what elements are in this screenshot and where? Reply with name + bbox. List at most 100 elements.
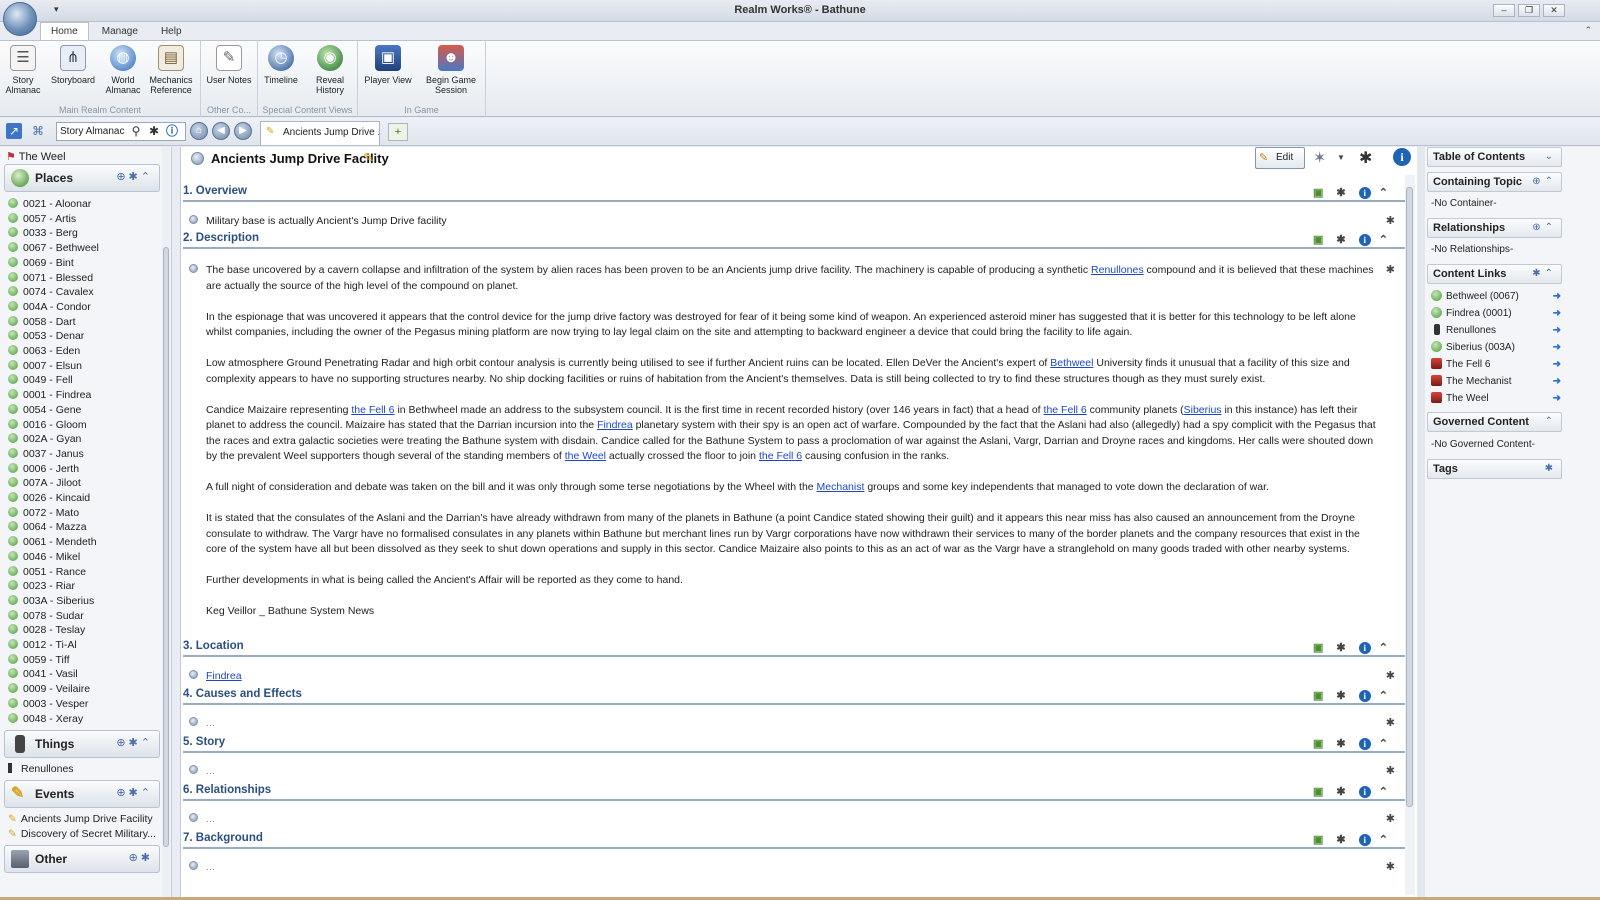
left-scrollbar[interactable] <box>162 147 170 897</box>
section-controls[interactable]: ▣ ✱ i ⌃ <box>1313 737 1393 750</box>
tools-icon[interactable]: ✱ <box>1545 463 1557 474</box>
list-item[interactable]: 0051 - Rance <box>8 565 86 579</box>
snippet-tools-icon[interactable]: ✱ <box>1386 669 1395 682</box>
section-background-header[interactable]: 7. Background ▣ ✱ i ⌃ <box>183 832 1405 849</box>
snippet-tools-icon[interactable]: ✱ <box>1386 812 1395 825</box>
snippet-tools-icon[interactable]: ✱ <box>1386 716 1395 729</box>
snippet[interactable]: ... ✱ <box>189 764 1407 780</box>
section-controls[interactable]: ▣ ✱ i ⌃ <box>1313 785 1393 798</box>
realm-nav-icon[interactable]: ↗ <box>6 123 22 139</box>
reveal-status-icon[interactable] <box>191 152 204 165</box>
chevron-down-icon[interactable]: ▼ <box>1337 153 1345 162</box>
category-controls[interactable]: ⊕✱⌃ <box>116 736 153 749</box>
tab-home[interactable]: Home <box>40 22 89 41</box>
link-mechanist[interactable]: Mechanist <box>817 481 865 493</box>
list-item[interactable]: 0063 - Eden <box>8 344 80 358</box>
story-almanac-button[interactable]: ☰ Story Almanac <box>4 45 42 95</box>
tools-icon[interactable]: ✱ <box>1359 148 1372 168</box>
snippet-tools-icon[interactable]: ✱ <box>1386 860 1395 873</box>
app-menu-orb-icon[interactable] <box>3 2 37 36</box>
category-things[interactable]: Things ⊕✱⌃ <box>4 730 160 758</box>
link-the-fell-6[interactable]: the Fell 6 <box>351 404 394 416</box>
section-controls[interactable]: ▣ ✱ i ⌃ <box>1313 186 1393 199</box>
list-item[interactable]: 0046 - Mikel <box>8 550 80 564</box>
world-almanac-button[interactable]: ◍ World Almanac <box>104 45 142 95</box>
tools-icon[interactable]: ✱ <box>146 123 162 139</box>
list-item[interactable]: ✎ Discovery of Secret Military... <box>8 827 156 841</box>
list-item[interactable]: 0071 - Blessed <box>8 271 93 285</box>
list-item[interactable]: 0028 - Teslay <box>8 623 85 637</box>
list-item[interactable]: 0026 - Kincaid <box>8 491 90 505</box>
section-controls[interactable]: ▣ ✱ i ⌃ <box>1313 689 1393 702</box>
list-item[interactable]: 0054 - Gene <box>8 403 81 417</box>
list-item[interactable]: 0069 - Bint <box>8 256 74 270</box>
section-controls[interactable]: ▣ ✱ i ⌃ <box>1313 233 1393 246</box>
link-the-fell-6[interactable]: the Fell 6 <box>1044 404 1087 416</box>
list-item[interactable]: 0072 - Mato <box>8 506 79 520</box>
storyboard-button[interactable]: ⋔ Storyboard <box>46 45 100 85</box>
list-item[interactable]: 0012 - Ti-Al <box>8 638 77 652</box>
link-findrea[interactable]: Findrea <box>597 419 633 431</box>
scroll-thumb[interactable] <box>163 247 169 847</box>
table-of-contents-header[interactable]: Table of Contents ⌄ <box>1427 147 1562 167</box>
list-item[interactable]: 0003 - Vesper <box>8 697 88 711</box>
snippet[interactable]: The base uncovered by a cavern collapse … <box>189 263 1407 635</box>
reveal-status-icon[interactable] <box>189 861 198 870</box>
minimize-button[interactable]: – <box>1493 4 1515 17</box>
tab-help[interactable]: Help <box>151 23 192 40</box>
list-item[interactable]: 002A - Gyan <box>8 432 81 446</box>
content-link-item[interactable]: Bethweel (0067) ➜ <box>1431 289 1561 304</box>
list-item[interactable]: ✎ Ancients Jump Drive Facility <box>8 812 153 826</box>
link-renullones[interactable]: Renullones <box>1091 264 1144 276</box>
list-item[interactable]: 0059 - Tiff <box>8 653 70 667</box>
info-icon[interactable]: ⓘ <box>164 123 180 139</box>
content-links-header[interactable]: Content Links ✱⌃ <box>1427 264 1562 284</box>
snippet[interactable]: ... ✱ <box>189 860 1407 876</box>
snippet-tools-icon[interactable]: ✱ <box>1386 214 1395 227</box>
reveal-history-button[interactable]: ◉ Reveal History <box>308 45 352 95</box>
back-arrow-icon[interactable]: ◀ <box>212 122 230 140</box>
panel-splitter[interactable] <box>1417 147 1425 897</box>
section-causes-header[interactable]: 4. Causes and Effects ▣ ✱ i ⌃ <box>183 688 1405 705</box>
content-link-item[interactable]: Siberius (003A) ➜ <box>1431 340 1561 355</box>
link-the-weel[interactable]: the Weel <box>565 450 606 462</box>
restore-button[interactable]: ❐ <box>1518 4 1540 17</box>
snippet-tools-icon[interactable]: ✱ <box>1386 764 1395 777</box>
category-other[interactable]: Other ⊕✱ <box>4 845 160 873</box>
list-item[interactable]: 0006 - Jerth <box>8 462 79 476</box>
star-icon[interactable]: ✶ <box>1313 148 1326 168</box>
snippet-tools-icon[interactable]: ✱ <box>1386 263 1395 276</box>
reveal-status-icon[interactable] <box>189 264 198 273</box>
list-item[interactable]: 0064 - Mazza <box>8 520 87 534</box>
section-location-header[interactable]: 3. Location ▣ ✱ i ⌃ <box>183 640 1405 657</box>
reveal-status-icon[interactable] <box>189 813 198 822</box>
list-item[interactable]: 0078 - Sudar <box>8 609 84 623</box>
list-item[interactable]: 0037 - Janus <box>8 447 84 461</box>
scroll-thumb[interactable] <box>1406 187 1413 807</box>
list-item[interactable]: 0067 - Bethweel <box>8 241 99 255</box>
list-item[interactable]: 0058 - Dart <box>8 315 76 329</box>
tag-icon[interactable]: ⌘ <box>30 123 46 139</box>
category-places[interactable]: Places ⊕✱⌃ <box>4 164 160 192</box>
add-chevron-controls[interactable]: ⊕⌃ <box>1532 176 1557 187</box>
category-controls[interactable]: ⊕✱⌃ <box>116 170 153 183</box>
close-button[interactable]: ✕ <box>1543 4 1565 17</box>
user-notes-button[interactable]: ✎ User Notes <box>203 45 255 85</box>
tags-header[interactable]: Tags ✱ <box>1427 459 1562 479</box>
begin-game-session-button[interactable]: ☻ Begin Game Session <box>420 45 482 95</box>
section-relationships-header[interactable]: 6. Relationships ▣ ✱ i ⌃ <box>183 784 1405 801</box>
category-controls[interactable]: ⊕✱ <box>129 851 153 864</box>
content-link-item[interactable]: Findrea (0001) ➜ <box>1431 306 1561 321</box>
tools-chevron-controls[interactable]: ✱⌃ <box>1532 268 1557 279</box>
list-item[interactable]: 003A - Siberius <box>8 594 94 608</box>
list-item[interactable]: 0041 - Vasil <box>8 667 78 681</box>
list-item[interactable]: 0033 - Berg <box>8 226 78 240</box>
governed-content-header[interactable]: Governed Content ⌃ <box>1427 412 1562 432</box>
chevron-down-icon[interactable]: ⌄ <box>1545 151 1557 162</box>
section-controls[interactable]: ▣ ✱ i ⌃ <box>1313 641 1393 654</box>
relationships-header[interactable]: Relationships ⊕⌃ <box>1427 218 1562 238</box>
snippet[interactable]: ... ✱ <box>189 812 1407 828</box>
tab-manage[interactable]: Manage <box>92 23 148 40</box>
section-story-header[interactable]: 5. Story ▣ ✱ i ⌃ <box>183 736 1405 753</box>
section-description-header[interactable]: 2. Description ▣ ✱ i ⌃ <box>183 232 1405 249</box>
